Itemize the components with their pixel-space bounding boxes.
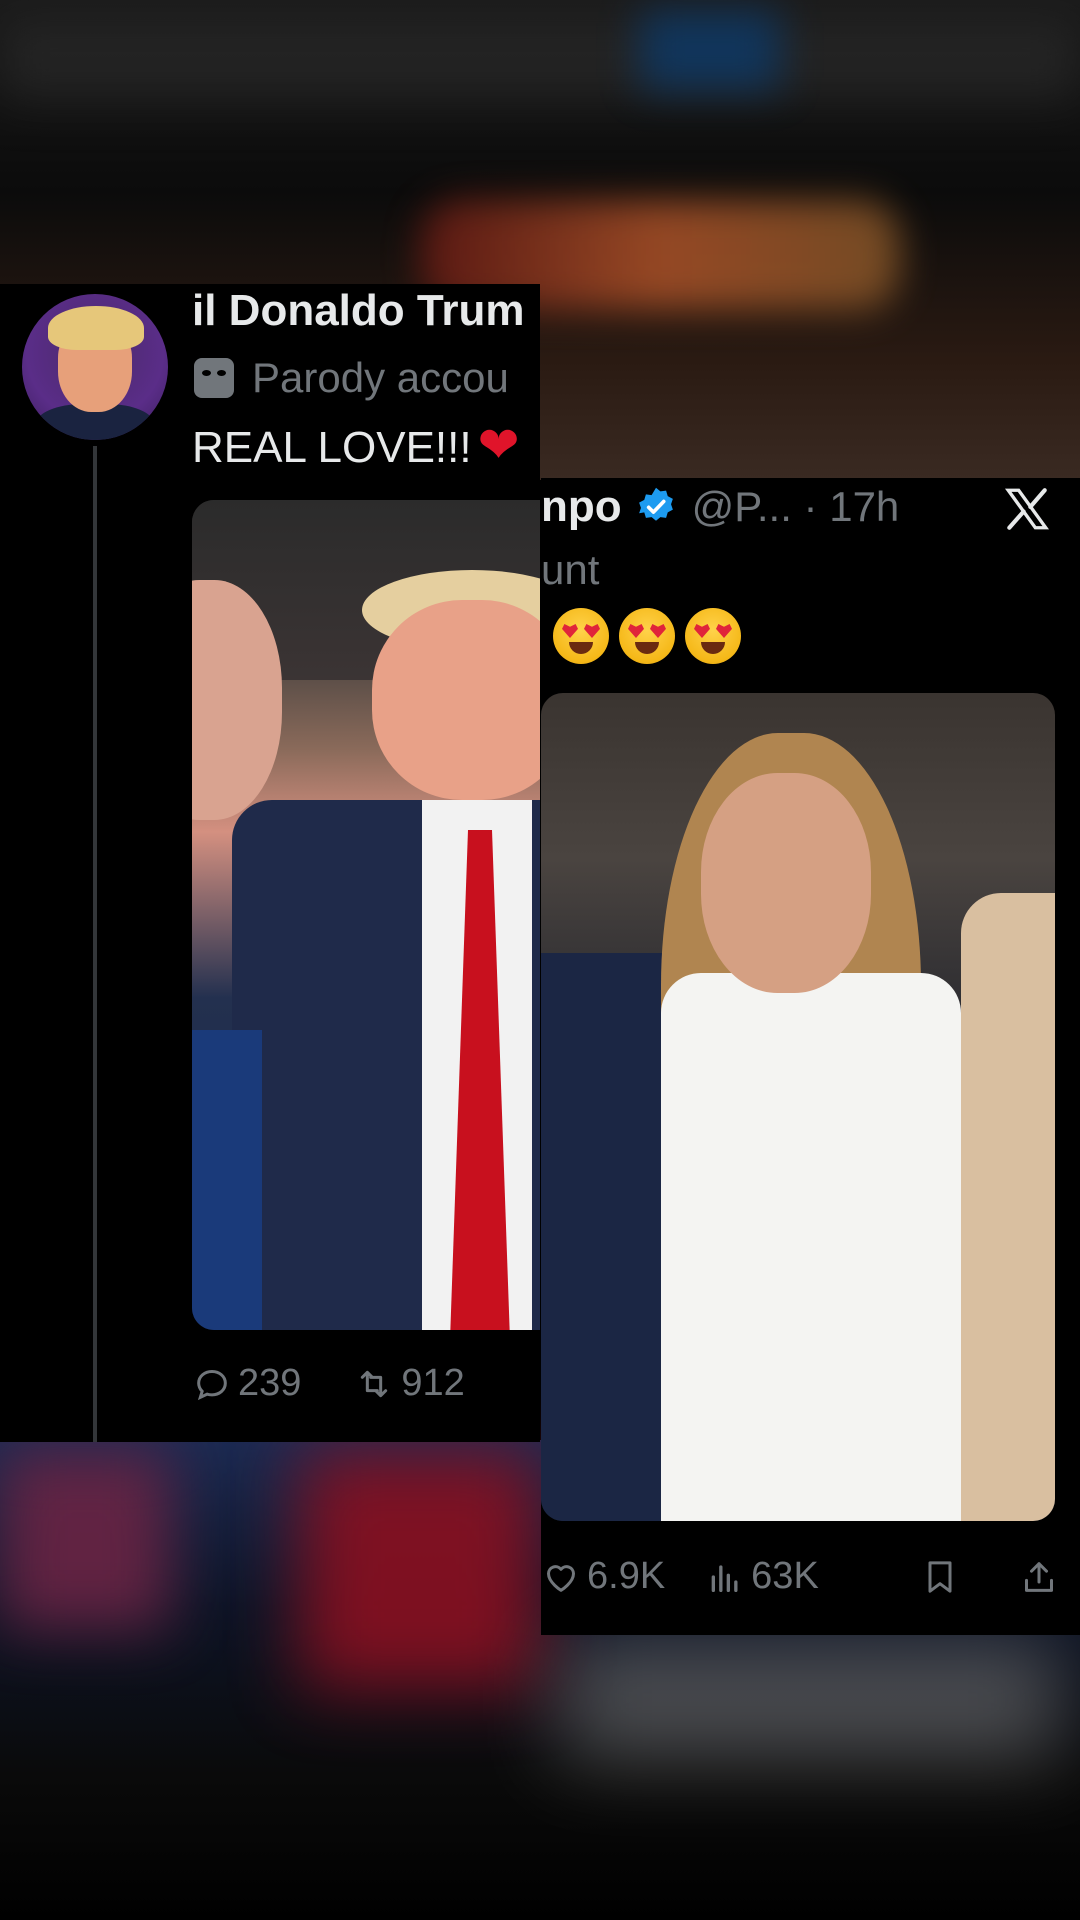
action-bar: 239 912 [192,1362,517,1405]
action-bar: 6.9K 63K [541,1555,1080,1598]
parody-text: Parody accou [252,354,509,401]
handle-and-time[interactable]: @P... · 17h [692,483,900,531]
x-logo-icon [1004,488,1050,530]
blur-band [0,20,1080,100]
repost-count: 912 [401,1362,465,1404]
blur-band [0,1450,170,1630]
tweet-text-content: REAL LOVE!!! [192,423,472,472]
avatar-hair [48,306,144,350]
bookmark-icon [928,1560,952,1593]
display-name[interactable]: il Donaldo Trum [192,286,524,336]
photo-face [701,773,871,993]
photo-person-right [961,893,1055,1521]
photo-lanyard [192,1030,262,1330]
tweet-header: npo @P... · 17h [541,482,899,532]
reply-count: 239 [238,1362,302,1404]
repost-icon [361,1370,388,1397]
blur-band [560,1640,1060,1760]
tweet-card-left[interactable]: il Donaldo Trum Parody accou REAL LOVE!!… [0,284,540,1442]
tweet-text: REAL LOVE!!! ❤ [192,416,520,474]
verified-badge-icon [638,487,673,521]
tweet-photo[interactable] [192,500,540,1330]
parody-label: Parody accou [194,354,509,402]
reply-icon [197,1369,227,1400]
like-button[interactable]: 6.9K [541,1555,665,1598]
tweet-text [553,608,751,664]
display-name[interactable]: npo [541,482,622,532]
share-icon [1025,1561,1053,1592]
photo-face [372,600,540,800]
photo-blouse [661,973,961,1521]
heart-eyes-emoji [685,608,741,664]
bookmark-button[interactable] [920,1557,966,1597]
like-count: 6.9K [587,1555,666,1597]
thread-line [93,446,97,1442]
share-button[interactable] [1018,1557,1066,1597]
heart-eyes-emoji [619,608,675,664]
red-heart-emoji: ❤ [477,417,520,473]
tweet-card-right[interactable]: npo @P... · 17h unt 6.9K 63K [541,478,1080,1635]
parody-mask-icon [194,358,234,398]
view-count: 63K [751,1555,819,1597]
heart-eyes-emoji [553,608,609,664]
repost-button[interactable]: 912 [353,1362,465,1405]
heart-icon [547,1564,575,1592]
tweet-photo[interactable] [541,693,1055,1521]
views-chart-icon [711,1564,738,1592]
parody-text: unt [541,546,600,593]
blur-band [300,1450,540,1690]
blur-band [640,10,780,90]
avatar[interactable] [22,294,168,440]
views-button[interactable]: 63K [705,1555,819,1598]
reply-button[interactable]: 239 [192,1362,301,1405]
